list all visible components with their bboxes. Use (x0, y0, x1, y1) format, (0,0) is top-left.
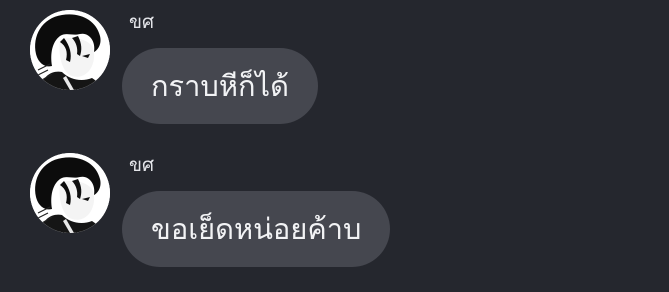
chat-message-list: ขศ กราบหีก็ได้ ขศ ขอเย็ดหน่อยค้าบ (0, 0, 669, 292)
avatar-image (30, 153, 110, 233)
avatar-image (30, 10, 110, 90)
message-bubble[interactable]: ขอเย็ดหน่อยค้าบ (122, 191, 391, 267)
sender-avatar[interactable] (30, 10, 110, 90)
sender-avatar[interactable] (30, 153, 110, 233)
sender-name: ขศ (129, 154, 155, 176)
sender-name: ขศ (129, 11, 155, 33)
message-bubble[interactable]: กราบหีก็ได้ (122, 48, 318, 124)
